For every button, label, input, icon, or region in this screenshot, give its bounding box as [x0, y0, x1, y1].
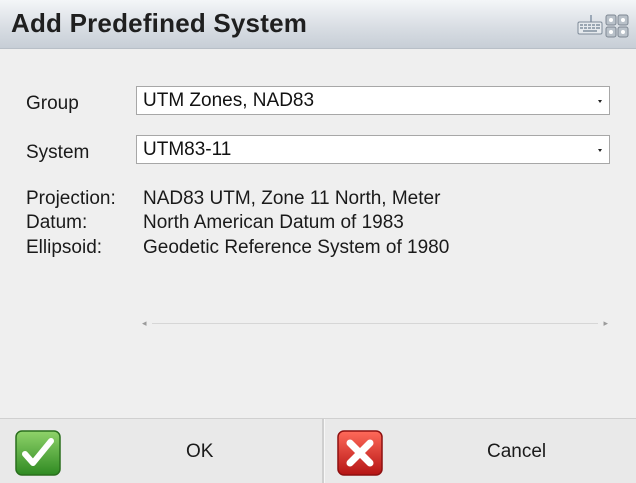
horizontal-scrollbar[interactable]: ◂ ▸	[140, 317, 610, 331]
button-bar: OK Cancel	[0, 418, 636, 483]
checkmark-icon	[15, 430, 61, 476]
projection-label: Projection:	[26, 188, 116, 209]
scroll-right-icon[interactable]: ▸	[603, 318, 608, 330]
group-select-value: UTM Zones, NAD83	[143, 90, 315, 111]
ellipsoid-label: Ellipsoid:	[26, 237, 103, 258]
datum-value: North American Datum of 1983	[143, 212, 404, 233]
scroll-left-icon[interactable]: ◂	[142, 318, 147, 330]
system-select-value: UTM83-11	[143, 139, 232, 160]
keyboard-icon[interactable]	[577, 14, 603, 36]
group-select[interactable]: UTM Zones, NAD83	[136, 86, 610, 115]
cancel-button-label: Cancel	[487, 441, 547, 462]
group-label: Group	[26, 93, 79, 114]
cancel-button[interactable]: Cancel	[325, 419, 636, 483]
system-select[interactable]: UTM83-11	[136, 135, 610, 164]
system-label: System	[26, 142, 90, 163]
dialog-title: Add Predefined System	[11, 8, 308, 38]
ok-button[interactable]: OK	[0, 419, 322, 483]
dropdown-arrow-icon	[598, 149, 602, 152]
dropdown-arrow-icon	[598, 100, 602, 103]
scroll-track[interactable]	[152, 323, 598, 324]
title-bar: Add Predefined System	[0, 0, 636, 49]
projection-value: NAD83 UTM, Zone 11 North, Meter	[143, 188, 441, 209]
ellipsoid-value: Geodetic Reference System of 1980	[143, 237, 450, 258]
add-predefined-system-dialog: Add Predefined System Group UTM Zones, N…	[0, 0, 636, 483]
ok-button-label: OK	[186, 441, 214, 462]
close-x-icon	[337, 430, 383, 476]
datum-label: Datum:	[26, 212, 88, 233]
grid-menu-icon[interactable]	[604, 13, 630, 39]
